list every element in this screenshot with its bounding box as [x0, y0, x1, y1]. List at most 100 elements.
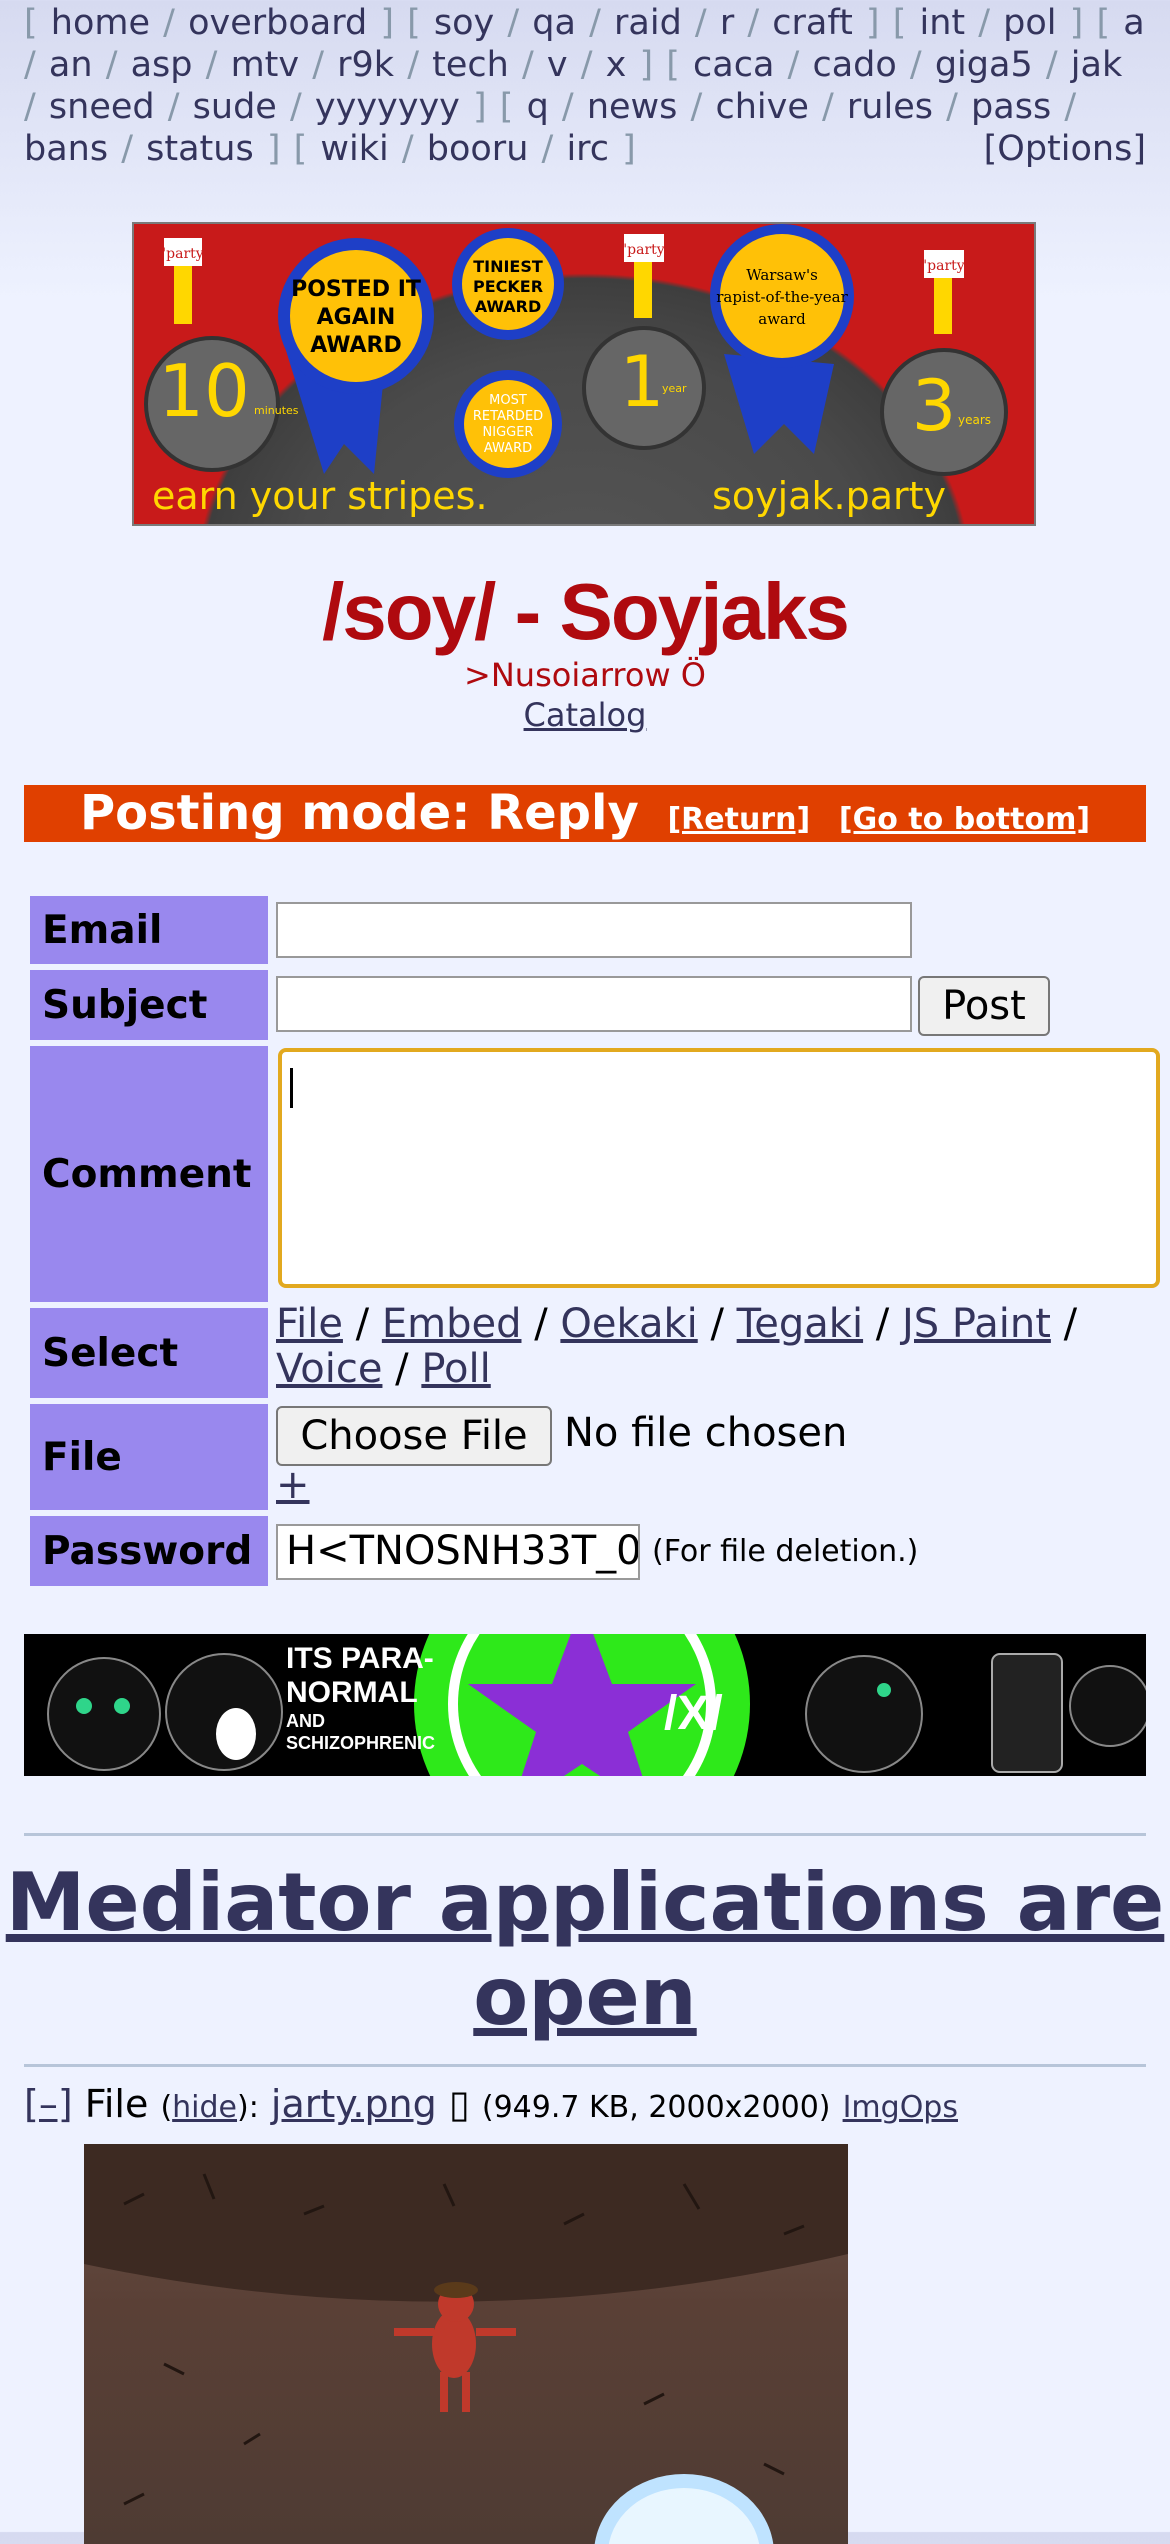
nav-link-news[interactable]: news — [587, 87, 678, 127]
file-meta: (949.7 KB, 2000x2000) — [481, 2090, 831, 2125]
nav-link-wiki[interactable]: wiki — [320, 129, 388, 169]
nav-bracket: [ — [666, 45, 694, 85]
nav-link-bans[interactable]: bans — [24, 129, 108, 169]
site-banner[interactable]: 'party 10 minutes POSTED IT AGAIN AWARD … — [132, 222, 1036, 526]
select-label: Select — [30, 1308, 268, 1398]
password-field[interactable]: H<TNOSNH33T_0 — [276, 1524, 640, 1580]
announcement: Mediator applications are open — [0, 1856, 1170, 2044]
nav-link-sneed[interactable]: sneed — [49, 87, 155, 127]
nav-separator: / — [24, 87, 49, 127]
select-link-tegaki[interactable]: Tegaki — [737, 1301, 863, 1347]
nav-separator: / — [1032, 45, 1071, 85]
nav-link-int[interactable]: int — [919, 3, 965, 43]
nav-separator: / — [774, 45, 813, 85]
nav-link-irc[interactable]: irc — [566, 129, 609, 169]
svg-text:MOST: MOST — [489, 393, 527, 408]
posting-mode-label: Posting mode: Reply — [79, 785, 639, 841]
go-to-bottom-link[interactable]: [Go to bottom] — [839, 802, 1090, 837]
email-field[interactable] — [276, 902, 912, 958]
comment-textarea[interactable] — [278, 1048, 1160, 1288]
choose-file-button[interactable]: Choose File — [276, 1406, 552, 1466]
select-link-js-paint[interactable]: JS Paint — [902, 1301, 1051, 1347]
options-link[interactable]: [Options] — [984, 128, 1146, 170]
file-label: File — [30, 1404, 268, 1510]
nav-separator: / — [567, 45, 606, 85]
imgops-link[interactable]: ImgOps — [843, 2090, 958, 2125]
select-separator: / — [863, 1301, 902, 1347]
post-file-info: [–] File (hide): jarty.png ▯ (949.7 KB, … — [24, 2082, 958, 2126]
nav-link-status[interactable]: status — [146, 129, 254, 169]
board-subtitle: >Nusoiarrow Ö — [464, 656, 706, 694]
nav-link-a[interactable]: a — [1123, 3, 1144, 43]
file-name-link[interactable]: jarty.png — [271, 2082, 437, 2126]
select-separator: / — [521, 1301, 561, 1347]
nav-link-raid[interactable]: raid — [614, 3, 682, 43]
svg-text:rapist-of-the-year: rapist-of-the-year — [716, 288, 848, 306]
ad-logo-text: /X/ — [664, 1687, 723, 1740]
return-link[interactable]: [Return] — [667, 802, 810, 837]
nav-link-sude[interactable]: sude — [193, 87, 277, 127]
catalog-link-wrapper: Catalog — [0, 696, 1170, 734]
nav-link-mtv[interactable]: mtv — [231, 45, 300, 85]
subject-field[interactable] — [276, 976, 912, 1032]
nav-link-pass[interactable]: pass — [971, 87, 1051, 127]
nav-separator: / — [965, 3, 1004, 43]
nav-link-caca[interactable]: caca — [693, 45, 774, 85]
post-image-thumbnail[interactable] — [84, 2144, 848, 2544]
announcement-link[interactable]: Mediator applications are open — [6, 1856, 1165, 2043]
nav-separator: / — [896, 45, 935, 85]
nav-bracket: [ — [892, 3, 920, 43]
nav-link-overboard[interactable]: overboard — [188, 3, 367, 43]
select-link-embed[interactable]: Embed — [382, 1301, 522, 1347]
file-word: File — [84, 2082, 149, 2126]
nav-link-qa[interactable]: qa — [532, 3, 576, 43]
nav-link-jak[interactable]: jak — [1071, 45, 1122, 85]
nav-link-pol[interactable]: pol — [1003, 3, 1056, 43]
ad-banner[interactable]: ITS PARA- NORMAL AND SCHIZOPHRENIC /X/ — [24, 1634, 1146, 1776]
svg-text:year: year — [662, 382, 687, 395]
catalog-link[interactable]: Catalog — [524, 696, 647, 734]
ad-text-line3: AND — [286, 1711, 325, 1731]
comment-label: Comment — [30, 1046, 268, 1302]
nav-bracket: [ — [24, 3, 51, 43]
nav-link-craft[interactable]: craft — [772, 3, 853, 43]
attachment-type-links: File / Embed / Oekaki / Tegaki / JS Pain… — [276, 1302, 1156, 1392]
nav-bracket: [ — [499, 87, 527, 127]
nav-link-q[interactable]: q — [527, 87, 549, 127]
nav-link-giga5[interactable]: giga5 — [935, 45, 1033, 85]
hide-file-link[interactable]: hide — [172, 2090, 237, 2125]
select-link-voice[interactable]: Voice — [276, 1346, 382, 1392]
ad-text-line4: SCHIZOPHRENIC — [286, 1733, 436, 1753]
nav-separator: / — [933, 87, 972, 127]
nav-link-chive[interactable]: chive — [715, 87, 808, 127]
svg-text:'party: 'party — [623, 242, 664, 258]
nav-link-tech[interactable]: tech — [432, 45, 509, 85]
download-icon[interactable]: ▯ — [449, 2082, 470, 2126]
nav-link-soy[interactable]: soy — [434, 3, 494, 43]
password-note: (For file deletion.) — [652, 1534, 919, 1569]
nav-link-x[interactable]: x — [606, 45, 627, 85]
nav-link-cado[interactable]: cado — [812, 45, 896, 85]
nav-link-home[interactable]: home — [51, 3, 150, 43]
collapse-post-button[interactable]: [–] — [24, 2082, 73, 2126]
svg-text:NIGGER: NIGGER — [483, 425, 534, 440]
post-button[interactable]: Post — [918, 976, 1050, 1036]
nav-separator: / — [24, 45, 49, 85]
nav-link-asp[interactable]: asp — [131, 45, 193, 85]
password-label: Password — [30, 1516, 268, 1586]
nav-link-booru[interactable]: booru — [427, 129, 529, 169]
nav-link-r9k[interactable]: r9k — [337, 45, 394, 85]
nav-bracket: [ — [293, 129, 321, 169]
nav-separator: / — [734, 3, 773, 43]
svg-text:years: years — [958, 413, 991, 427]
add-file-link[interactable]: + — [276, 1462, 310, 1508]
select-link-oekaki[interactable]: Oekaki — [560, 1301, 697, 1347]
nav-link-v[interactable]: v — [547, 45, 568, 85]
thumbnail-graphic — [84, 2144, 848, 2544]
nav-link-r[interactable]: r — [720, 3, 734, 43]
nav-link-rules[interactable]: rules — [847, 87, 933, 127]
select-link-file[interactable]: File — [276, 1301, 343, 1347]
select-link-poll[interactable]: Poll — [421, 1346, 490, 1392]
nav-link-yyyyyyy[interactable]: yyyyyyy — [315, 87, 460, 127]
nav-link-an[interactable]: an — [49, 45, 93, 85]
